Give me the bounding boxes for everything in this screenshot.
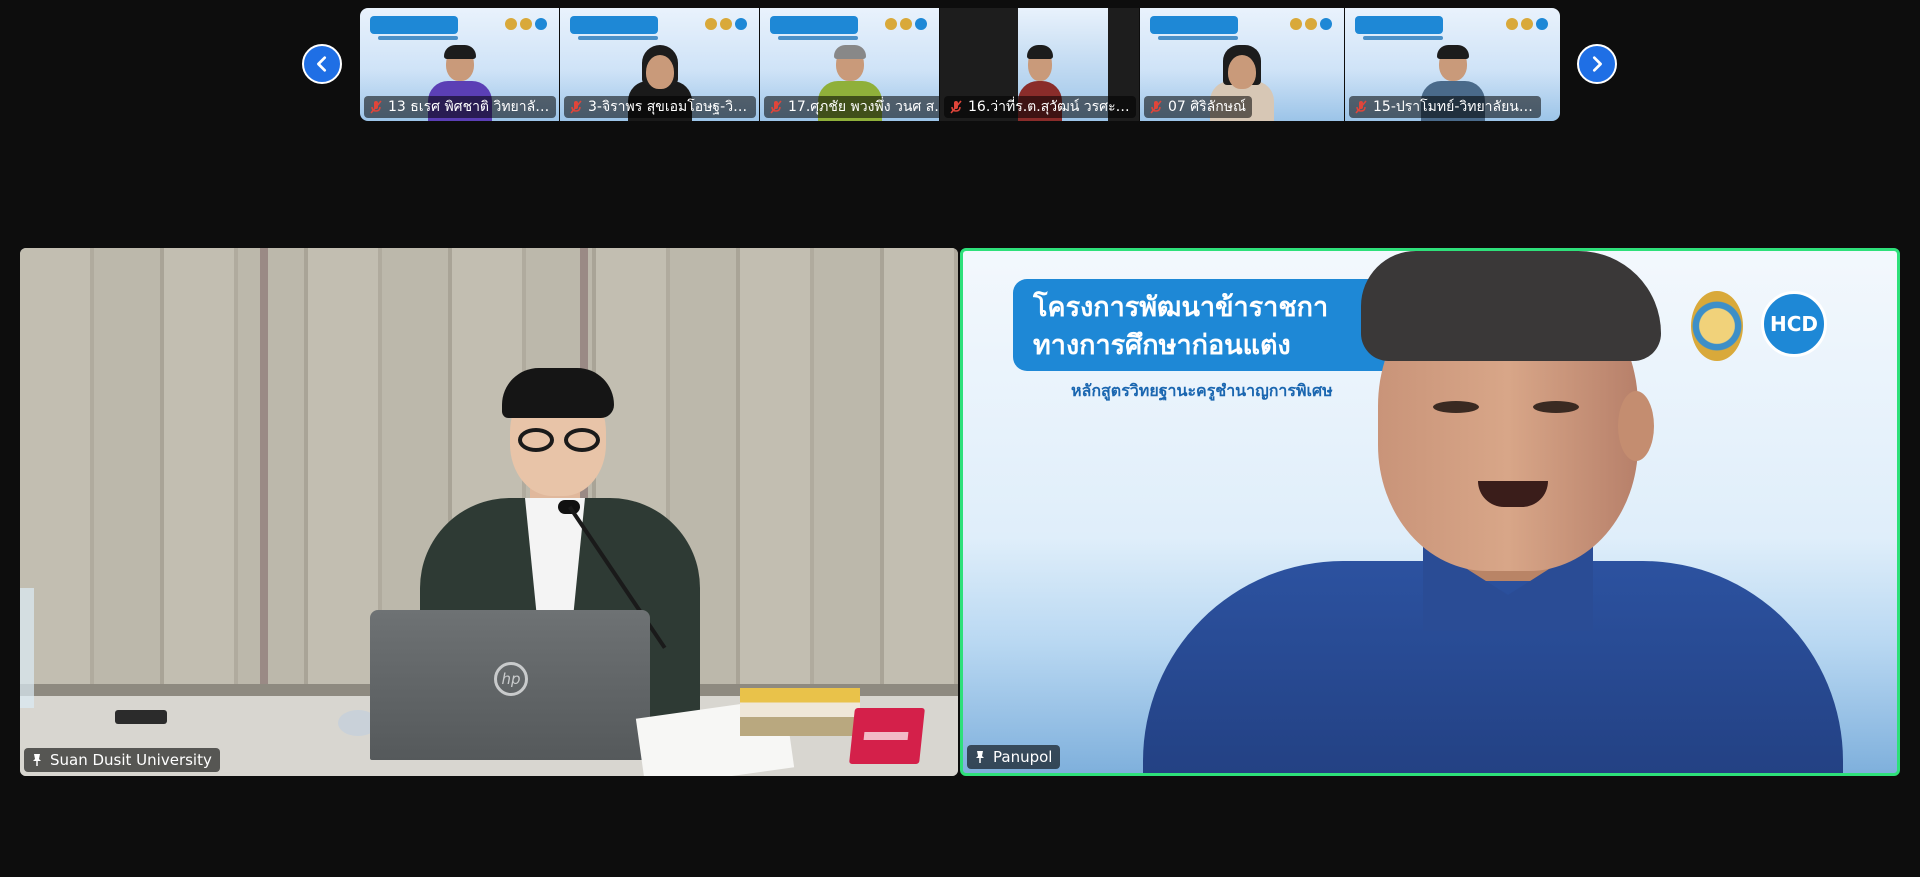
pin-icon <box>33 754 41 766</box>
participant-thumbnail-strip: 13 ธเรศ พิศชาติ วิทยาลัย... 3-จิราพร สุข… <box>360 8 1560 121</box>
participant-name-tag: Panupol <box>967 745 1061 769</box>
mic-off-icon <box>370 100 382 114</box>
participant-name-tag: 07 ศิริลักษณ์ <box>1144 96 1252 118</box>
mic-off-icon <box>770 100 782 114</box>
chevron-left-icon <box>317 56 327 72</box>
mic-off-icon <box>1355 100 1367 114</box>
video-meeting-gallery: 13 ธเรศ พิศชาติ วิทยาลัย... 3-จิราพร สุข… <box>0 0 1920 877</box>
speaker-video <box>1133 251 1893 773</box>
participant-name-tag: 13 ธเรศ พิศชาติ วิทยาลัย... <box>364 96 556 118</box>
participant-thumbnail[interactable]: 15-ปราโมทย์-วิทยาลัยนา... <box>1345 8 1560 121</box>
slide-logos <box>505 18 547 30</box>
participant-name-tag: Suan Dusit University <box>24 748 220 772</box>
participant-name-tag: 15-ปราโมทย์-วิทยาลัยนา... <box>1349 96 1541 118</box>
mic-off-icon <box>570 100 582 114</box>
nameplate <box>849 708 925 764</box>
laptop: hp <box>370 610 650 760</box>
participant-thumbnail[interactable]: 3-จิราพร สุขเอมโอษฐ-วิทย... <box>560 8 760 121</box>
video-tile-panupol[interactable]: โครงการพัฒนาข้าราชกา ทางการศึกษาก่อนแต่ง… <box>960 248 1900 776</box>
participant-thumbnail[interactable]: 16.ว่าที่ร.ต.สุวัฒน์ วรศะริน... <box>940 8 1140 121</box>
participant-thumbnail[interactable]: 07 ศิริลักษณ์ <box>1140 8 1345 121</box>
pin-icon <box>976 751 984 763</box>
mic-off-icon <box>950 100 962 114</box>
next-page-button[interactable] <box>1577 44 1617 84</box>
previous-page-button[interactable] <box>302 44 342 84</box>
chevron-right-icon <box>1592 56 1602 72</box>
participant-name-tag: 17.ศุภชัย พวงพึ่ง วนศ สา... <box>764 96 939 118</box>
participant-thumbnail[interactable]: 13 ธเรศ พิศชาติ วิทยาลัย... <box>360 8 560 121</box>
mic-off-icon <box>1150 100 1162 114</box>
participant-thumbnail[interactable]: 17.ศุภชัย พวงพึ่ง วนศ สา... <box>760 8 940 121</box>
video-tile-suan-dusit[interactable]: hp Suan Dusit University <box>20 248 958 776</box>
slide-banner <box>370 16 458 34</box>
participant-name-tag: 3-จิราพร สุขเอมโอษฐ-วิทย... <box>564 96 756 118</box>
participant-name-tag: 16.ว่าที่ร.ต.สุวัฒน์ วรศะริน... <box>944 96 1136 118</box>
